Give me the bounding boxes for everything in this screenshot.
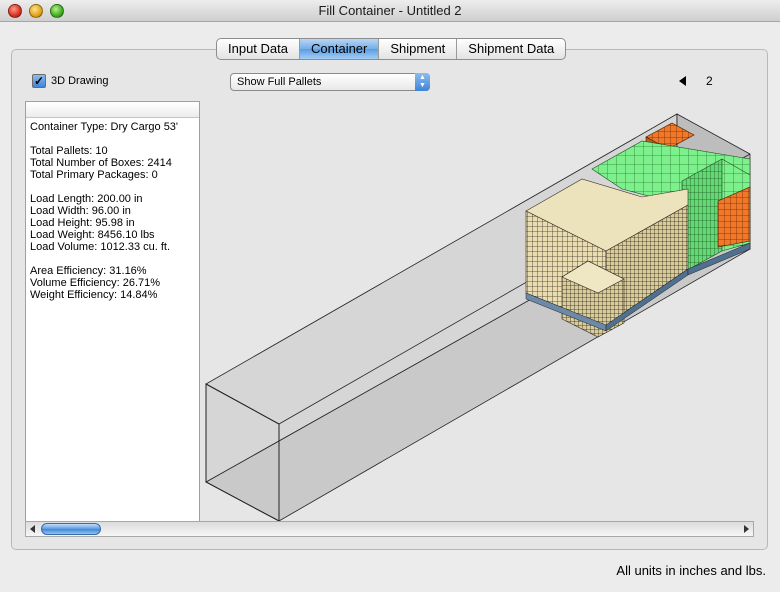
container-3d-drawing	[205, 113, 751, 521]
show-pallets-value: Show Full Pallets	[237, 76, 322, 88]
tab-bar: Input Data Container Shipment Shipment D…	[216, 38, 567, 60]
window-title: Fill Container - Untitled 2	[318, 3, 462, 18]
stats-line	[30, 181, 195, 193]
stats-line: Load Width: 96.00 in	[30, 205, 131, 217]
stats-line: Load Length: 200.00 in	[30, 193, 143, 205]
stats-line: Volume Efficiency: 26.71%	[30, 277, 161, 289]
previous-page-arrow-icon[interactable]	[679, 76, 686, 86]
stats-line: Load Height: 95.98 in	[30, 217, 135, 229]
show-pallets-popup[interactable]: Show Full Pallets ▲ ▼	[230, 73, 430, 91]
3d-drawing-label: 3D Drawing	[51, 75, 109, 87]
3d-drawing-checkbox[interactable]: ✓	[32, 74, 46, 88]
scrollbar-thumb[interactable]	[41, 523, 101, 535]
stats-line: Area Efficiency: 31.16%	[30, 265, 147, 277]
tab-container[interactable]: Container	[300, 39, 380, 59]
tab-input-data[interactable]: Input Data	[217, 39, 300, 59]
stats-line: Load Weight: 8456.10 lbs	[30, 229, 155, 241]
tab-shipment[interactable]: Shipment	[379, 39, 458, 59]
stats-line	[30, 253, 195, 265]
popup-arrows-icon: ▲ ▼	[415, 73, 430, 91]
tab-shipment-data[interactable]: Shipment Data	[457, 39, 565, 59]
stats-line: Weight Efficiency: 14.84%	[30, 289, 158, 301]
scroll-left-arrow-icon[interactable]	[30, 525, 35, 533]
units-note: All units in inches and lbs.	[616, 563, 766, 578]
stats-body: Container Type: Dry Cargo 53' Total Palle…	[26, 118, 199, 304]
stats-line: Load Volume: 1012.33 cu. ft.	[30, 241, 171, 253]
stats-line: Total Pallets: 10	[30, 145, 108, 157]
scroll-right-arrow-icon[interactable]	[744, 525, 749, 533]
horizontal-scrollbar[interactable]	[25, 521, 754, 537]
stats-line: Container Type: Dry Cargo 53'	[30, 121, 179, 133]
stats-line: Total Primary Packages: 0	[30, 169, 158, 181]
stats-line: Total Number of Boxes: 2414	[30, 157, 172, 169]
stats-line	[30, 133, 195, 145]
page-number: 2	[706, 74, 713, 88]
app-window: Fill Container - Untitled 2 Input Data C…	[0, 0, 780, 592]
stats-header	[26, 102, 199, 118]
title-bar: Fill Container - Untitled 2	[0, 0, 780, 22]
load-statistics-panel: Container Type: Dry Cargo 53' Total Palle…	[25, 101, 200, 522]
